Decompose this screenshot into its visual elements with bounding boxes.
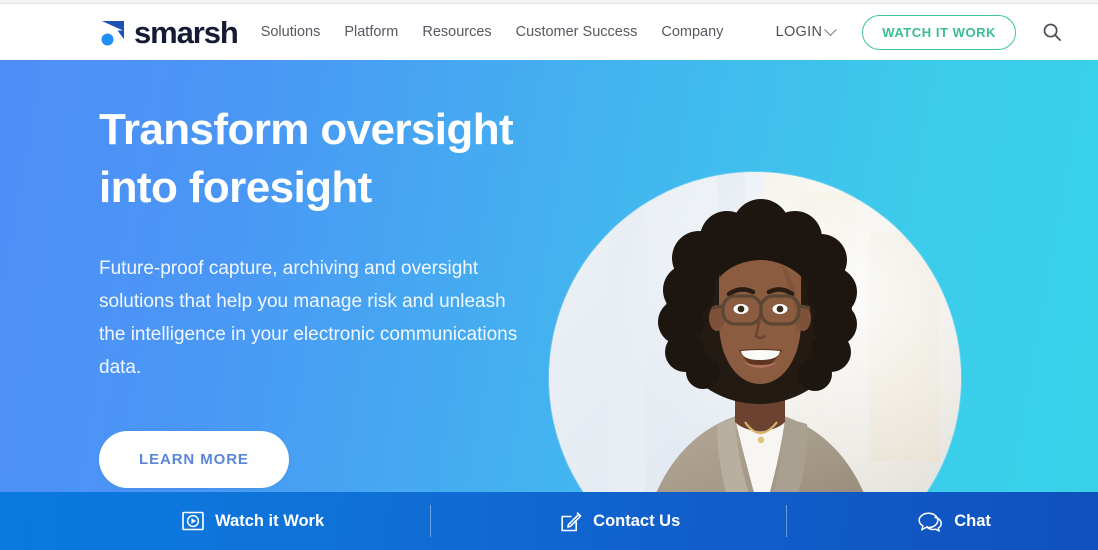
nav-item-platform[interactable]: Platform — [344, 24, 398, 40]
hero-copy: Transform oversight into foresight Futur… — [99, 101, 569, 488]
page-root: smarsh Solutions Platform Resources Cust… — [0, 0, 1098, 550]
watch-it-work-button[interactable]: WATCH IT WORK — [862, 14, 1016, 50]
learn-more-button[interactable]: LEARN MORE — [99, 430, 289, 488]
hero-title-line1: Transform oversight — [99, 105, 514, 154]
hero-section: Transform oversight into foresight Futur… — [0, 60, 1098, 492]
action-watch-it-work-label: Watch it Work — [215, 511, 325, 530]
nav-item-resources[interactable]: Resources — [422, 24, 491, 40]
nav-item-customer-success[interactable]: Customer Success — [516, 24, 638, 40]
action-chat-label: Chat — [954, 511, 991, 530]
bottom-action-bar: Watch it Work Contact Us Chat — [0, 492, 1098, 550]
hero-photo-illustration — [549, 172, 961, 492]
hero-photo — [549, 172, 961, 492]
brand-logo[interactable]: smarsh — [99, 14, 239, 50]
nav-item-solutions[interactable]: Solutions — [261, 24, 321, 40]
site-header: smarsh Solutions Platform Resources Cust… — [0, 4, 1098, 60]
smarsh-arrow-logo-icon — [99, 17, 127, 47]
search-icon[interactable] — [1040, 20, 1064, 44]
login-menu[interactable]: LOGIN — [775, 22, 838, 40]
action-contact-us-label: Contact Us — [593, 511, 681, 530]
nav-item-company[interactable]: Company — [661, 24, 723, 40]
action-contact-us[interactable]: Contact Us — [561, 511, 680, 532]
brand-wordmark: smarsh — [134, 14, 239, 50]
action-bar-divider-1 — [430, 505, 432, 537]
action-chat[interactable]: Chat — [917, 511, 991, 532]
page-title: Transform oversight into foresight — [99, 101, 569, 216]
chat-bubbles-icon — [917, 511, 943, 532]
header-actions: LOGIN WATCH IT WORK — [775, 14, 1064, 50]
hero-subtitle: Future-proof capture, archiving and over… — [99, 258, 518, 378]
hero-title-line2: into foresight — [99, 162, 372, 212]
login-label: LOGIN — [775, 24, 823, 40]
compose-pencil-icon — [561, 511, 582, 532]
chevron-down-icon — [824, 22, 838, 36]
video-play-icon — [182, 511, 204, 531]
action-bar-divider-2 — [786, 505, 788, 537]
main-navigation: Solutions Platform Resources Customer Su… — [261, 24, 724, 40]
action-watch-it-work[interactable]: Watch it Work — [182, 511, 324, 531]
